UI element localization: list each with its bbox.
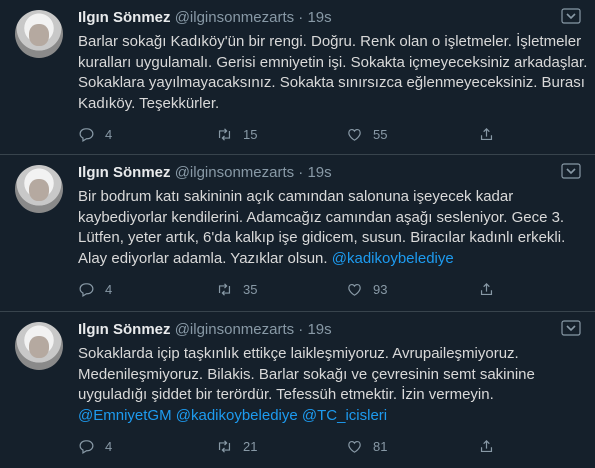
mention-link[interactable]: @kadikoybelediye — [332, 250, 454, 267]
share-button[interactable] — [478, 281, 495, 298]
user-handle[interactable]: @ilginsonmezarts — [175, 9, 294, 26]
tweet-header: Ilgın Sönmez @ilginsonmezarts · 19s — [78, 164, 555, 181]
tweet-mentions: @EmniyetGM @kadikoybelediye @TC_icisleri — [78, 406, 581, 427]
tweet-text: Barlar sokağı Kadıköy'ün bir rengi. Doğr… — [78, 32, 588, 114]
chevron-down-icon[interactable] — [561, 320, 581, 336]
tweet-line: uyguladığı şiddet bir terördür. Tefessüh… — [78, 386, 494, 403]
like-button[interactable]: 55 — [346, 126, 387, 143]
tweet-header: Ilgın Sönmez @ilginsonmezarts · 19s — [78, 9, 555, 26]
reply-count: 4 — [105, 282, 113, 297]
retweet-icon — [218, 440, 231, 453]
retweet-button[interactable]: 21 — [216, 438, 257, 455]
retweet-count: 35 — [243, 282, 258, 297]
timestamp[interactable]: 19s — [307, 321, 331, 338]
tweet-line: Sokaklara yayılmayacaksınız. Sokakta sın… — [78, 74, 585, 91]
separator: · — [298, 164, 304, 181]
share-button[interactable] — [478, 126, 495, 143]
like-count: 81 — [373, 439, 388, 454]
tweet-actions: 4 35 93 — [78, 281, 558, 301]
retweet-count: 21 — [243, 439, 258, 454]
retweet-icon — [218, 283, 231, 296]
reply-button[interactable]: 4 — [78, 126, 112, 143]
tweet-line: Lütfen, yeter artık, 6'da kalkıp işe gid… — [78, 229, 566, 246]
retweet-count: 15 — [243, 127, 258, 142]
display-name[interactable]: Ilgın Sönmez — [78, 164, 171, 181]
reply-count: 4 — [105, 127, 113, 142]
like-button[interactable]: 93 — [346, 281, 387, 298]
tweet-line: kaybediyorlar kendilerini. Adamcağız cam… — [78, 208, 565, 226]
mention-link[interactable]: @EmniyetGM — [78, 407, 172, 424]
chevron-down-icon[interactable] — [561, 8, 581, 24]
like-count: 55 — [373, 127, 388, 142]
reply-icon — [79, 283, 94, 297]
separator: · — [298, 321, 304, 338]
tweet-line-text: Alay ediyorlar adamla. Yazıklar olsun. — [78, 249, 328, 267]
reply-icon — [79, 440, 94, 454]
like-icon — [348, 283, 361, 296]
reply-count: 4 — [105, 439, 113, 454]
share-button[interactable] — [478, 438, 495, 455]
user-handle[interactable]: @ilginsonmezarts — [175, 164, 294, 181]
like-icon — [348, 440, 361, 453]
retweet-button[interactable]: 35 — [216, 281, 257, 298]
tweet[interactable]: Ilgın Sönmez @ilginsonmezarts · 19s Barl… — [0, 0, 595, 155]
mention-link[interactable]: @TC_icisleri — [302, 407, 387, 424]
share-icon — [480, 439, 493, 453]
chevron-down-icon[interactable] — [561, 163, 581, 179]
mention-link[interactable]: @kadikoybelediye — [176, 407, 298, 424]
tweet-line: Medenileşmiyoruz. Bilakis. Barlar sokağı… — [78, 365, 535, 383]
tweet-line: Sokaklarda içip taşkınlık ettikçe laikle… — [78, 345, 519, 362]
display-name[interactable]: Ilgın Sönmez — [78, 321, 171, 338]
share-icon — [480, 127, 493, 141]
retweet-icon — [218, 128, 231, 141]
tweet[interactable]: Ilgın Sönmez @ilginsonmezarts · 19s Soka… — [0, 312, 595, 468]
timestamp[interactable]: 19s — [307, 164, 331, 181]
avatar[interactable] — [15, 165, 63, 213]
tweet-line: kuralları uygulamalı. Gerisi emniyetin i… — [78, 53, 588, 71]
like-icon — [348, 128, 361, 141]
share-icon — [480, 282, 493, 296]
separator: · — [298, 9, 304, 26]
reply-button[interactable]: 4 — [78, 281, 112, 298]
tweet-text: Sokaklarda içip taşkınlık ettikçe laikle… — [78, 344, 581, 426]
like-count: 93 — [373, 282, 388, 297]
tweet-actions: 4 15 55 — [78, 126, 558, 146]
timestamp[interactable]: 19s — [307, 9, 331, 26]
like-button[interactable]: 81 — [346, 438, 387, 455]
avatar[interactable] — [15, 10, 63, 58]
tweet-line: Barlar sokağı Kadıköy'ün bir rengi. Doğr… — [78, 33, 582, 50]
tweet-line: Alay ediyorlar adamla. Yazıklar olsun. @… — [78, 249, 581, 270]
display-name[interactable]: Ilgın Sönmez — [78, 9, 171, 26]
user-handle[interactable]: @ilginsonmezarts — [175, 321, 294, 338]
reply-icon — [79, 128, 94, 142]
avatar[interactable] — [15, 322, 63, 370]
tweet-actions: 4 21 81 — [78, 438, 558, 458]
tweet[interactable]: Ilgın Sönmez @ilginsonmezarts · 19s Bir … — [0, 155, 595, 312]
reply-button[interactable]: 4 — [78, 438, 112, 455]
tweet-line: Bir bodrum katı sakininin açık camından … — [78, 188, 514, 205]
tweet-line: Kadıköy. Teşekkürler. — [78, 94, 220, 112]
tweet-header: Ilgın Sönmez @ilginsonmezarts · 19s — [78, 321, 555, 338]
retweet-button[interactable]: 15 — [216, 126, 257, 143]
tweet-text: Bir bodrum katı sakininin açık camından … — [78, 187, 581, 269]
